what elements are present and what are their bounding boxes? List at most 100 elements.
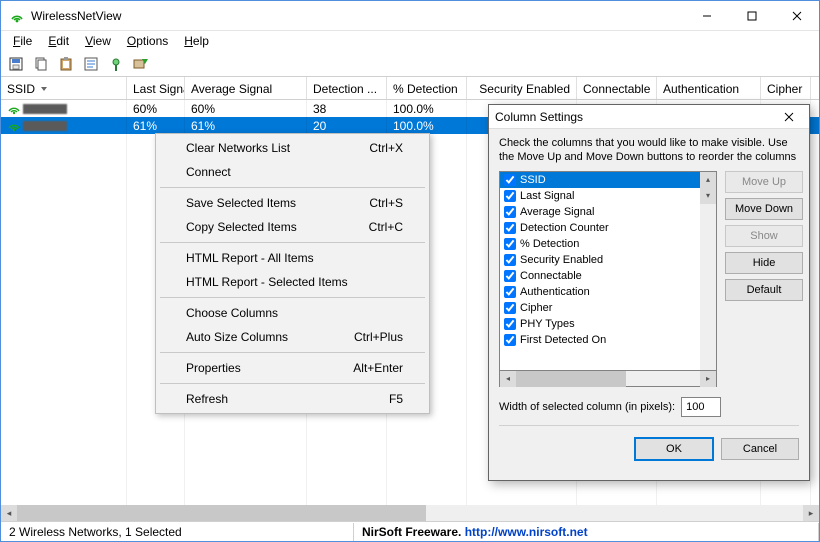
column-checkbox-row[interactable]: Cipher: [500, 300, 700, 316]
column-header[interactable]: Last Signal: [127, 77, 185, 99]
column-checkbox[interactable]: [504, 334, 516, 346]
column-checkbox[interactable]: [504, 318, 516, 330]
column-checkbox[interactable]: [504, 222, 516, 234]
column-checkbox-label: Detection Counter: [520, 222, 609, 234]
cell: 20: [307, 119, 387, 133]
column-header[interactable]: % Detection: [387, 77, 467, 99]
columns-listbox[interactable]: SSID Last SignalAverage Signal Detection C…: [499, 171, 717, 371]
column-header[interactable]: SSID: [1, 77, 127, 99]
find-icon[interactable]: [105, 53, 127, 75]
menubar: File Edit View Options Help: [1, 31, 819, 51]
grid-header: SSIDLast SignalAverage SignalDetection .…: [1, 77, 819, 100]
column-header[interactable]: Cipher: [761, 77, 811, 99]
titlebar: WirelessNetView: [1, 1, 819, 31]
column-checkbox-row[interactable]: Last Signal: [500, 188, 700, 204]
maximize-button[interactable]: [729, 1, 774, 30]
column-checkbox-row[interactable]: PHY Types: [500, 316, 700, 332]
column-checkbox-row[interactable]: Connectable: [500, 268, 700, 284]
cell: [1, 119, 127, 133]
movedown-button[interactable]: Move Down: [725, 198, 803, 220]
context-item[interactable]: PropertiesAlt+Enter: [158, 356, 427, 380]
app-icon: [9, 8, 25, 24]
column-checkbox[interactable]: [504, 254, 516, 266]
properties-icon[interactable]: [80, 53, 102, 75]
column-settings-dialog: Column Settings Check the columns that y…: [488, 104, 810, 481]
context-item[interactable]: Copy Selected ItemsCtrl+C: [158, 215, 427, 239]
copy-icon[interactable]: [30, 53, 52, 75]
column-checkbox-label: SSID: [520, 174, 546, 186]
close-button[interactable]: [774, 1, 819, 30]
column-checkbox-row[interactable]: SSID: [500, 172, 700, 188]
column-header[interactable]: Authentication: [657, 77, 761, 99]
column-checkbox[interactable]: [504, 302, 516, 314]
column-header[interactable]: Security Enabled: [467, 77, 577, 99]
toolbar: [1, 51, 819, 77]
column-checkbox-row[interactable]: Average Signal: [500, 204, 700, 220]
column-checkbox[interactable]: [504, 270, 516, 282]
cell: 100.0%: [387, 119, 467, 133]
menu-view[interactable]: View: [77, 32, 119, 50]
ok-button[interactable]: OK: [635, 438, 713, 460]
column-checkbox-label: Security Enabled: [520, 254, 603, 266]
width-input[interactable]: [681, 397, 721, 417]
nirsoft-link[interactable]: http://www.nirsoft.net: [465, 525, 588, 539]
width-label: Width of selected column (in pixels):: [499, 401, 675, 413]
refresh-icon[interactable]: [130, 53, 152, 75]
dialog-title: Column Settings: [495, 110, 775, 124]
hide-button[interactable]: Hide: [725, 252, 803, 274]
list-vertical-scrollbar[interactable]: ▴ ▾: [700, 172, 716, 370]
context-item[interactable]: Choose Columns: [158, 301, 427, 325]
list-horizontal-scrollbar[interactable]: ◂ ▸: [499, 371, 717, 387]
column-checkbox-row[interactable]: % Detection: [500, 236, 700, 252]
column-header[interactable]: Average Signal: [185, 77, 307, 99]
show-button[interactable]: Show: [725, 225, 803, 247]
context-menu: Clear Networks ListCtrl+XConnect Save Sel…: [155, 133, 430, 414]
cell: 38: [307, 102, 387, 116]
cell: 60%: [127, 102, 185, 116]
column-checkbox-row[interactable]: First Detected On: [500, 332, 700, 348]
context-item[interactable]: RefreshF5: [158, 387, 427, 411]
column-checkbox[interactable]: [504, 174, 516, 186]
context-item[interactable]: Auto Size ColumnsCtrl+Plus: [158, 325, 427, 349]
dialog-close-button[interactable]: [775, 107, 803, 127]
ssid-redacted: [23, 121, 67, 131]
context-item[interactable]: Clear Networks ListCtrl+X: [158, 136, 427, 160]
status-left: 2 Wireless Networks, 1 Selected: [1, 523, 354, 541]
column-checkbox-label: Cipher: [520, 302, 552, 314]
column-checkbox-label: % Detection: [520, 238, 579, 250]
column-checkbox[interactable]: [504, 286, 516, 298]
save-icon[interactable]: [5, 53, 27, 75]
column-checkbox[interactable]: [504, 238, 516, 250]
cell: 61%: [127, 119, 185, 133]
menu-file[interactable]: File: [5, 32, 40, 50]
wifi-icon: [7, 120, 21, 132]
app-title: WirelessNetView: [31, 9, 684, 23]
default-button[interactable]: Default: [725, 279, 803, 301]
context-item[interactable]: Connect: [158, 160, 427, 184]
context-item[interactable]: HTML Report - Selected Items: [158, 270, 427, 294]
clipboard-icon[interactable]: [55, 53, 77, 75]
column-checkbox-row[interactable]: Security Enabled: [500, 252, 700, 268]
column-checkbox-row[interactable]: Authentication: [500, 284, 700, 300]
column-header[interactable]: Connectable: [577, 77, 657, 99]
menu-options[interactable]: Options: [119, 32, 176, 50]
column-checkbox-row[interactable]: Detection Counter: [500, 220, 700, 236]
cell: 100.0%: [387, 102, 467, 116]
wifi-icon: [7, 103, 21, 115]
context-item[interactable]: HTML Report - All Items: [158, 246, 427, 270]
menu-help[interactable]: Help: [176, 32, 217, 50]
column-checkbox-label: PHY Types: [520, 318, 575, 330]
column-checkbox-label: First Detected On: [520, 334, 606, 346]
column-checkbox[interactable]: [504, 190, 516, 202]
horizontal-scrollbar[interactable]: ◂ ▸: [1, 505, 819, 521]
ssid-redacted: [23, 104, 67, 114]
status-link-seg: NirSoft Freeware. http://www.nirsoft.net: [354, 523, 819, 541]
context-item[interactable]: Save Selected ItemsCtrl+S: [158, 191, 427, 215]
column-header[interactable]: Detection ...: [307, 77, 387, 99]
minimize-button[interactable]: [684, 1, 729, 30]
cell: 61%: [185, 119, 307, 133]
cancel-button[interactable]: Cancel: [721, 438, 799, 460]
moveup-button[interactable]: Move Up: [725, 171, 803, 193]
column-checkbox[interactable]: [504, 206, 516, 218]
menu-edit[interactable]: Edit: [40, 32, 77, 50]
